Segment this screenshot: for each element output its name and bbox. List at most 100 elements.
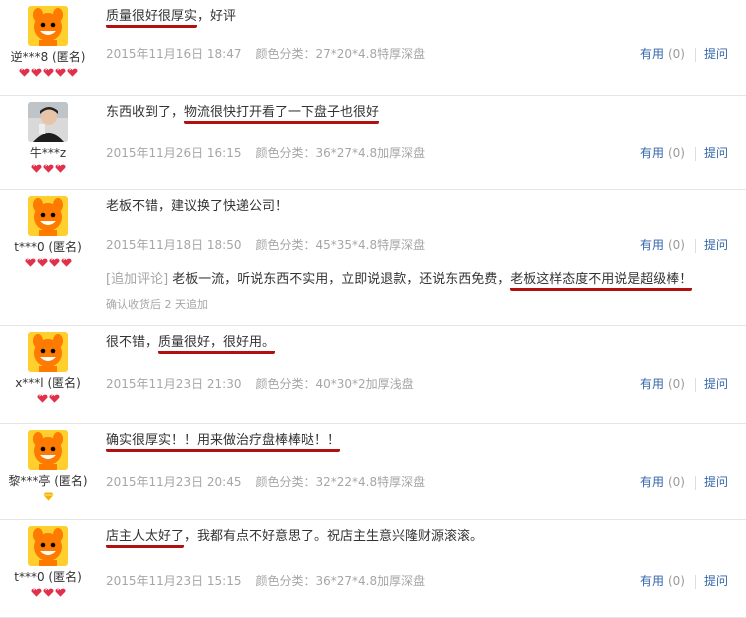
- reviewer-name[interactable]: 逆***8 (匿名): [0, 50, 96, 64]
- appended-review: [追加评论] 老板一流，听说东西不实用，立即说退款，还说东西免费，老板这样态度不…: [106, 271, 693, 291]
- review-text: 质量很好很厚实，好评: [106, 8, 746, 28]
- review-item: t***0 (匿名) 老板不错，建议换了快递公司！ 2015年11月18日 18:5…: [0, 190, 746, 326]
- heart-icon: [66, 67, 78, 81]
- product-sku: 颜色分类：40*30*2加厚浅盘: [255, 377, 414, 391]
- review-item: x***l (匿名) 很不错，质量很好，很好用。 2015年11月23日 21:30…: [0, 326, 746, 424]
- user-photo-avatar[interactable]: [28, 102, 68, 142]
- review-meta: 2015年11月26日 16:15 颜色分类：36*27*4.8加厚深盘: [106, 144, 425, 161]
- heart-icon: [30, 67, 42, 81]
- review-date: 2015年11月18日 18:50: [106, 238, 242, 252]
- heart-icon: [30, 587, 42, 601]
- ask-question-link[interactable]: 提问: [704, 47, 728, 61]
- reviewer-name[interactable]: 黎***亭 (匿名): [0, 474, 96, 488]
- useful-button[interactable]: 有用: [640, 47, 664, 61]
- review-date: 2015年11月23日 20:45: [106, 475, 242, 489]
- heart-icon: [36, 257, 48, 271]
- mascot-avatar[interactable]: [28, 6, 68, 46]
- review-actions: 有用 (0) 提问: [640, 473, 728, 490]
- review-text: 东西收到了，物流很快打开看了一下盘子也很好: [106, 104, 746, 124]
- reviewer-info: 逆***8 (匿名): [0, 6, 96, 80]
- heart-icon: [42, 163, 54, 177]
- review-text-segment: ，好评: [197, 9, 237, 24]
- mascot-avatar[interactable]: [28, 526, 68, 566]
- review-content: 质量很好很厚实，好评 2015年11月16日 18:47 颜色分类：27*20*4.…: [106, 8, 746, 61]
- useful-button[interactable]: 有用: [640, 574, 664, 588]
- ask-question-link[interactable]: 提问: [704, 146, 728, 160]
- useful-button[interactable]: 有用: [640, 377, 664, 391]
- useful-count: (0): [667, 475, 685, 489]
- highlighted-text: 确实很厚实！！用来做治疗盘棒棒哒！！: [106, 433, 341, 452]
- review-date: 2015年11月23日 21:30: [106, 377, 242, 391]
- product-sku: 颜色分类：36*27*4.8加厚深盘: [255, 574, 426, 588]
- reviewer-name[interactable]: t***0 (匿名): [0, 240, 96, 254]
- appended-text-segment: 老板一流，听说东西不实用，立即说退款，还说东西免费，: [168, 272, 511, 287]
- review-content: 很不错，质量很好，很好用。 2015年11月23日 21:30 颜色分类：40*30…: [106, 334, 746, 391]
- review-actions: 有用 (0) 提问: [640, 572, 728, 589]
- review-text-segment: ，我都有点不好意思了。祝店主生意兴隆财源滚滚。: [184, 529, 484, 544]
- reviewer-credit-badges: [0, 492, 96, 504]
- ask-question-link[interactable]: 提问: [704, 475, 728, 489]
- review-actions: 有用 (0) 提问: [640, 144, 728, 161]
- ask-question-link[interactable]: 提问: [704, 238, 728, 252]
- highlighted-text: 质量很好，很好用。: [158, 335, 276, 354]
- product-sku: 颜色分类：27*20*4.8特厚深盘: [255, 47, 426, 61]
- action-divider: [694, 238, 696, 253]
- ask-question-link[interactable]: 提问: [704, 377, 728, 391]
- action-divider: [694, 377, 696, 392]
- reviewer-credit-badges: [0, 588, 96, 600]
- review-meta: 2015年11月23日 15:15 颜色分类：36*27*4.8加厚深盘: [106, 572, 425, 589]
- useful-button[interactable]: 有用: [640, 475, 664, 489]
- reviewer-credit-badges: [0, 164, 96, 176]
- review-meta: 2015年11月16日 18:47 颜色分类：27*20*4.8特厚深盘: [106, 45, 425, 62]
- action-divider: [694, 475, 696, 490]
- review-text: 店主人太好了，我都有点不好意思了。祝店主生意兴隆财源滚滚。: [106, 528, 746, 548]
- reviewer-info: x***l (匿名): [0, 332, 96, 406]
- review-item: 黎***亭 (匿名) 确实很厚实！！用来做治疗盘棒棒哒！！ 2015年11月23日 …: [0, 424, 746, 520]
- reviewer-credit-badges: [0, 68, 96, 80]
- heart-icon: [54, 587, 66, 601]
- useful-button[interactable]: 有用: [640, 238, 664, 252]
- useful-button[interactable]: 有用: [640, 146, 664, 160]
- ask-question-link[interactable]: 提问: [704, 574, 728, 588]
- reviewer-name[interactable]: t***0 (匿名): [0, 570, 96, 584]
- reviewer-credit-badges: [0, 394, 96, 406]
- reviewer-credit-badges: [0, 258, 96, 270]
- heart-icon: [42, 587, 54, 601]
- review-item: 牛***z 东西收到了，物流很快打开看了一下盘子也很好 2015年11月26日 16…: [0, 96, 746, 190]
- reviewer-info: t***0 (匿名): [0, 196, 96, 270]
- mascot-avatar[interactable]: [28, 332, 68, 372]
- review-date: 2015年11月16日 18:47: [106, 47, 242, 61]
- product-sku: 颜色分类：32*22*4.8特厚深盘: [255, 475, 426, 489]
- review-text: 确实很厚实！！用来做治疗盘棒棒哒！！: [106, 432, 746, 452]
- mascot-avatar[interactable]: [28, 196, 68, 236]
- heart-icon: [36, 393, 48, 407]
- product-sku: 颜色分类：45*35*4.8特厚深盘: [255, 238, 426, 252]
- reviewer-name[interactable]: x***l (匿名): [0, 376, 96, 390]
- reviewer-name[interactable]: 牛***z: [0, 146, 96, 160]
- review-meta: 2015年11月23日 20:45 颜色分类：32*22*4.8特厚深盘: [106, 473, 425, 490]
- review-actions: 有用 (0) 提问: [640, 236, 728, 253]
- useful-count: (0): [667, 146, 685, 160]
- review-text: 很不错，质量很好，很好用。: [106, 334, 746, 354]
- reviewer-info: t***0 (匿名): [0, 526, 96, 600]
- useful-count: (0): [667, 238, 685, 252]
- review-text-segment: 很不错，: [106, 335, 159, 350]
- heart-icon: [30, 163, 42, 177]
- action-divider: [694, 47, 696, 62]
- appended-review-meta: 确认收货后 2 天追加: [106, 298, 208, 311]
- action-divider: [694, 574, 696, 589]
- highlighted-text: 店主人太好了: [106, 529, 185, 548]
- review-actions: 有用 (0) 提问: [640, 45, 728, 62]
- mascot-avatar[interactable]: [28, 430, 68, 470]
- useful-count: (0): [667, 574, 685, 588]
- review-text-segment: 老板不错，建议换了快递公司！: [106, 199, 289, 214]
- review-text: 老板不错，建议换了快递公司！: [106, 198, 746, 216]
- heart-icon: [54, 67, 66, 81]
- heart-icon: [24, 257, 36, 271]
- heart-icon: [60, 257, 72, 271]
- useful-count: (0): [667, 47, 685, 61]
- product-sku: 颜色分类：36*27*4.8加厚深盘: [255, 146, 426, 160]
- review-content: 老板不错，建议换了快递公司！ 2015年11月18日 18:50 颜色分类：45*3…: [106, 198, 746, 311]
- highlighted-text: 老板这样态度不用说是超级棒！: [510, 272, 693, 291]
- review-meta: 2015年11月23日 21:30 颜色分类：40*30*2加厚浅盘: [106, 375, 414, 392]
